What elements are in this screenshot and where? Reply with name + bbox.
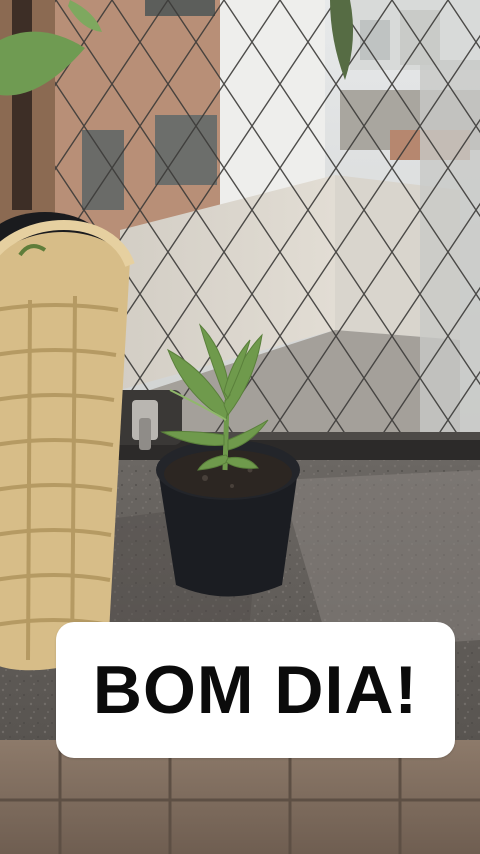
wicker-basket-icon bbox=[0, 212, 135, 671]
window-latch-icon bbox=[112, 390, 182, 450]
caption-box: BOM DIA! bbox=[56, 622, 455, 758]
caption-text: BOM DIA! bbox=[92, 652, 419, 728]
